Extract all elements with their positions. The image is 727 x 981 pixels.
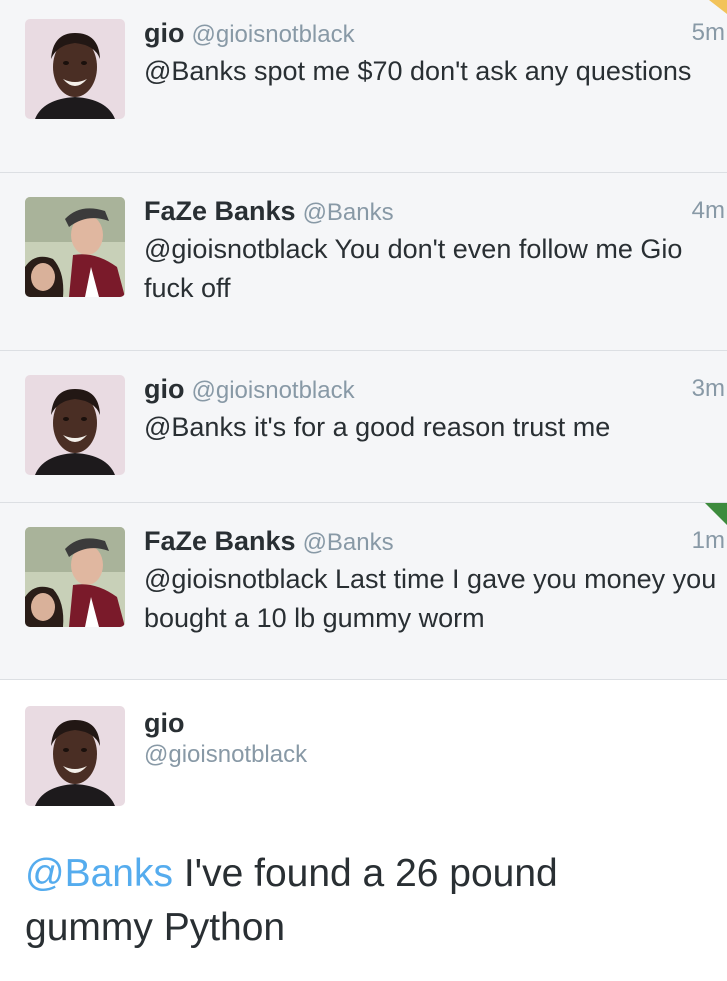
tweet-header: gio @gioisnotblack	[144, 16, 355, 50]
banks-avatar-image	[25, 527, 125, 627]
tweet-text: @Banks I've found a 26 pound gummy Pytho…	[25, 847, 685, 955]
tweet-item[interactable]: FaZe Banks @Banks 1m @gioisnotblack Last …	[0, 503, 727, 680]
tweet-timestamp: 3m	[691, 375, 725, 402]
author-name[interactable]: gio	[144, 374, 185, 404]
tweet-item[interactable]: gio @gioisnotblack 5m @Banks spot me $70 …	[0, 0, 727, 173]
author-handle[interactable]: @gioisnotblack	[192, 377, 355, 404]
tweet-timestamp: 1m	[691, 527, 725, 554]
author-name[interactable]: FaZe Banks	[144, 526, 296, 556]
tweet-detail: gio @gioisnotblack @Banks I've found a 2…	[0, 680, 727, 981]
tweet-text: @gioisnotblack You don't even follow me …	[144, 234, 683, 303]
gio-avatar-image	[25, 706, 125, 806]
tweet-text: @Banks it's for a good reason trust me	[144, 412, 611, 442]
avatar[interactable]	[25, 197, 125, 297]
tweet-header: FaZe Banks @Banks	[144, 194, 394, 228]
avatar[interactable]	[25, 527, 125, 627]
author-name[interactable]: FaZe Banks	[144, 196, 296, 226]
author-name[interactable]: gio	[144, 18, 185, 48]
avatar[interactable]	[25, 19, 125, 119]
tweet-timestamp: 4m	[691, 197, 725, 224]
corner-indicator	[705, 503, 727, 525]
author-handle[interactable]: @gioisnotblack	[192, 21, 355, 48]
gio-avatar-image	[25, 19, 125, 119]
tweet-item[interactable]: gio @gioisnotblack 3m @Banks it's for a g…	[0, 351, 727, 503]
mention-link[interactable]: @Banks	[25, 852, 173, 895]
author-handle[interactable]: @Banks	[303, 529, 394, 556]
avatar[interactable]	[25, 375, 125, 475]
tweet-timestamp: 5m	[691, 19, 725, 46]
tweet-header: FaZe Banks @Banks	[144, 524, 394, 558]
tweet-item[interactable]: FaZe Banks @Banks 4m @gioisnotblack You d…	[0, 173, 727, 351]
gio-avatar-image	[25, 375, 125, 475]
tweet-text: @gioisnotblack Last time I gave you mone…	[144, 564, 717, 633]
author-handle[interactable]: @Banks	[303, 199, 394, 226]
tweet-header: gio @gioisnotblack	[144, 372, 355, 406]
corner-indicator	[709, 0, 727, 14]
tweet-text: @Banks spot me $70 don't ask any questio…	[144, 56, 692, 86]
avatar[interactable]	[25, 706, 125, 806]
banks-avatar-image	[25, 197, 125, 297]
author-handle[interactable]: @gioisnotblack	[144, 738, 307, 772]
author-name[interactable]: gio	[144, 706, 185, 740]
